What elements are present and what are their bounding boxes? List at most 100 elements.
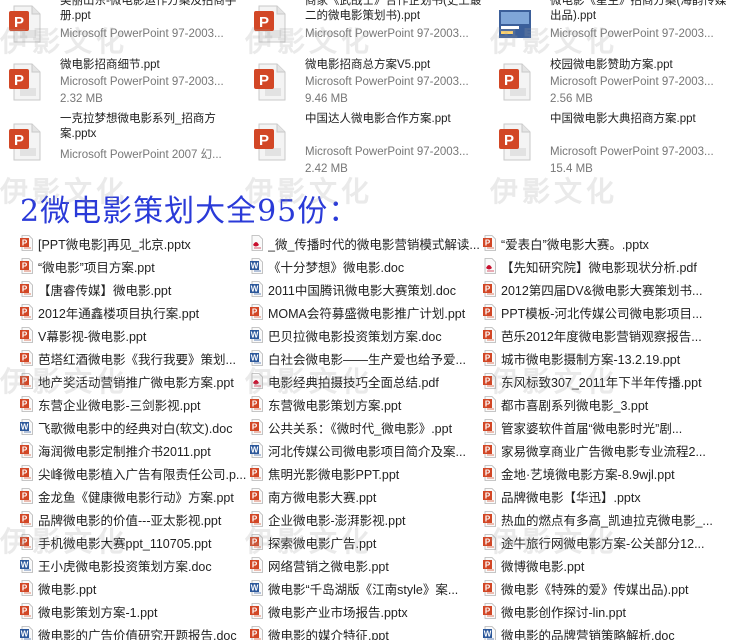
list-item[interactable]: P 地产奖活动营销推广微电影方案.ppt: [20, 370, 255, 392]
svg-text:P: P: [22, 446, 28, 455]
list-item[interactable]: P 金地·艺境微电影方案-8.9wjl.ppt: [483, 462, 718, 484]
list-item[interactable]: P 微电影策划方案-1.ppt: [20, 600, 255, 622]
list-item[interactable]: P 企业微电影-澎湃影视.ppt: [250, 508, 485, 530]
list-item[interactable]: W 微电影“千岛湖版《江南style》案...: [250, 577, 485, 599]
list-item[interactable]: P 途牛旅行网微电影方案-公关部分12...: [483, 531, 718, 553]
file-tile[interactable]: P 中国达人微电影合作方案.ppt Microsoft PowerPoint 97-…: [245, 112, 490, 175]
powerpoint-file-icon: P: [483, 488, 496, 504]
file-name: 都市喜剧系列微电影_3.ppt: [501, 398, 649, 413]
powerpoint-file-icon: P: [483, 442, 496, 458]
svg-text:W: W: [251, 262, 259, 271]
list-item[interactable]: P 品牌微电影【华迅】.pptx: [483, 485, 718, 507]
list-item[interactable]: P MOMA会符募盛微电影推广计划.ppt: [250, 301, 485, 323]
svg-text:P: P: [22, 607, 28, 616]
file-name: 地产奖活动营销推广微电影方案.ppt: [38, 375, 234, 390]
word-file-icon: W: [250, 580, 263, 596]
tile-filetype: Microsoft PowerPoint 97-2003...: [550, 28, 714, 40]
list-item[interactable]: P 微博微电影.ppt: [483, 554, 718, 576]
file-name: 管家婆软件首届“微电影时光”剧...: [501, 421, 683, 436]
list-item[interactable]: P 品牌微电影的价值---亚太影视.ppt: [20, 508, 255, 530]
powerpoint-file-icon: P: [250, 557, 263, 573]
list-item[interactable]: P PPT模板-河北传媒公司微电影项目...: [483, 301, 718, 323]
list-item[interactable]: W 河北传媒公司微电影项目简介及案...: [250, 439, 485, 461]
svg-text:W: W: [21, 630, 29, 639]
file-name: 2012第四届DV&微电影大赛策划书...: [501, 283, 703, 298]
list-item[interactable]: W 微电影的品牌营销策略解析.doc: [483, 623, 718, 640]
file-tile[interactable]: P 校园微电影赞助方案.ppt Microsoft PowerPoint 97-20…: [490, 52, 735, 108]
powerpoint-file-icon: P: [483, 396, 496, 412]
list-item[interactable]: P 芭塔红酒微电影《我行我要》策划...: [20, 347, 255, 369]
file-tile[interactable]: P 商家《武战士》合作企划书(史上最二的微电影策划书).ppt Microsoft …: [245, 0, 490, 50]
list-item[interactable]: P 东营企业微电影-三剑影视.ppt: [20, 393, 255, 415]
list-item[interactable]: W 王小虎微电影投资策划方案.doc: [20, 554, 255, 576]
list-item[interactable]: P 微电影创作探讨-lin.ppt: [483, 600, 718, 622]
svg-text:P: P: [485, 538, 491, 547]
list-item[interactable]: P 金龙鱼《健康微电影行动》方案.ppt: [20, 485, 255, 507]
svg-text:P: P: [22, 308, 28, 317]
list-item[interactable]: P 微电影.ppt: [20, 577, 255, 599]
list-item[interactable]: P 海润微电影定制推介书2011.ppt: [20, 439, 255, 461]
list-item[interactable]: W 白社会微电影——生产爱也给予爱...: [250, 347, 485, 369]
powerpoint-file-icon: P: [483, 304, 496, 320]
powerpoint-file-icon: P: [250, 534, 263, 550]
file-tile[interactable]: P 美丽山东-微电影运作方案及招商手册.ppt Microsoft PowerPoi…: [0, 0, 245, 50]
list-item[interactable]: 电影经典拍摄技巧全面总结.pdf: [250, 370, 485, 392]
list-item[interactable]: P “微电影”项目方案.ppt: [20, 255, 255, 277]
list-item[interactable]: P 公共关系：《微时代_微电影》.ppt: [250, 416, 485, 438]
file-name: 微电影产业市场报告.pptx: [268, 605, 408, 620]
file-name: V幕影视-微电影.ppt: [38, 329, 147, 344]
list-item[interactable]: P 尖峰微电影植入广告有限责任公司.p...: [20, 462, 255, 484]
list-item[interactable]: W 《十分梦想》微电影.doc: [250, 255, 485, 277]
list-item[interactable]: P “爱表白”微电影大赛。.pptx: [483, 232, 718, 254]
svg-text:P: P: [22, 515, 28, 524]
list-item[interactable]: P V幕影视-微电影.ppt: [20, 324, 255, 346]
file-tile[interactable]: 微电影《星生》招商方案(海韵传媒出品).ppt Microsoft PowerPo…: [490, 0, 735, 50]
list-item[interactable]: P 管家婆软件首届“微电影时光”剧...: [483, 416, 718, 438]
file-name: 微电影《特殊的爱》传媒出品).ppt: [501, 582, 689, 597]
svg-text:P: P: [252, 492, 258, 501]
word-file-icon: W: [250, 258, 263, 274]
list-item[interactable]: P 网络营销之微电影.ppt: [250, 554, 485, 576]
list-item[interactable]: P 微电影的媒介特征.ppt: [250, 623, 485, 640]
powerpoint-file-icon: P: [253, 122, 287, 162]
list-item[interactable]: P 城市微电影摄制方案-13.2.19.ppt: [483, 347, 718, 369]
list-item[interactable]: P 焦明光影微电影PPT.ppt: [250, 462, 485, 484]
svg-text:P: P: [22, 584, 28, 593]
list-item[interactable]: P 热血的燃点有多高_凯迪拉克微电影_...: [483, 508, 718, 530]
file-tile[interactable]: P 中国微电影大典招商方案.ppt Microsoft PowerPoint 97-…: [490, 112, 735, 175]
list-item[interactable]: 【先知研究院】微电影现状分析.pdf: [483, 255, 718, 277]
list-item[interactable]: P 探索微电影广告.ppt: [250, 531, 485, 553]
list-item[interactable]: W 2011中国腾讯微电影大赛策划.doc: [250, 278, 485, 300]
list-item[interactable]: P 家易微享商业广告微电影专业流程2...: [483, 439, 718, 461]
svg-text:W: W: [484, 630, 492, 639]
svg-text:P: P: [22, 469, 28, 478]
list-item[interactable]: P 东风标致307_2011年下半年传播.ppt: [483, 370, 718, 392]
list-item[interactable]: P 【唐睿传媒】微电影.ppt: [20, 278, 255, 300]
list-item[interactable]: W 飞歌微电影中的经典对白(软文).doc: [20, 416, 255, 438]
list-item[interactable]: _微_传播时代的微电影营销模式解读...: [250, 232, 485, 254]
list-item[interactable]: W 巴贝拉微电影投资策划方案.doc: [250, 324, 485, 346]
list-item[interactable]: P 2012年通鑫楼项目执行案.ppt: [20, 301, 255, 323]
file-name: 微博微电影.ppt: [501, 559, 585, 574]
list-item[interactable]: P 2012第四届DV&微电影大赛策划书...: [483, 278, 718, 300]
file-name: 微电影策划方案-1.ppt: [38, 605, 158, 620]
file-name: 东风标致307_2011年下半年传播.ppt: [501, 375, 702, 390]
list-item[interactable]: P 微电影《特殊的爱》传媒出品).ppt: [483, 577, 718, 599]
list-item[interactable]: P 东营微电影策划方案.ppt: [250, 393, 485, 415]
file-tile[interactable]: P 微电影招商总方案V5.ppt Microsoft PowerPoint 97-2…: [245, 52, 490, 108]
file-name: 芭塔红酒微电影《我行我要》策划...: [38, 352, 236, 367]
list-item[interactable]: P 芭乐2012年度微电影营销观察报告...: [483, 324, 718, 346]
powerpoint-file-icon: P: [20, 603, 33, 619]
powerpoint-file-icon: P: [250, 304, 263, 320]
list-item[interactable]: P 微电影产业市场报告.pptx: [250, 600, 485, 622]
svg-text:P: P: [252, 308, 258, 317]
list-item[interactable]: P 都市喜剧系列微电影_3.ppt: [483, 393, 718, 415]
list-item[interactable]: P 南方微电影大赛.ppt: [250, 485, 485, 507]
file-tile[interactable]: P 微电影招商细节.ppt Microsoft PowerPoint 97-2003…: [0, 52, 245, 108]
svg-text:P: P: [485, 492, 491, 501]
powerpoint-file-icon: P: [483, 511, 496, 527]
list-item[interactable]: W 微电影的广告价值研究开题报告.doc: [20, 623, 255, 640]
list-item[interactable]: P [PPT微电影]再见_北京.pptx: [20, 232, 255, 254]
list-item[interactable]: P 手机微电影大赛ppt_110705.ppt: [20, 531, 255, 553]
file-tile[interactable]: P 一克拉梦想微电影系列_招商方案.pptx Microsoft PowerPoin…: [0, 112, 245, 168]
